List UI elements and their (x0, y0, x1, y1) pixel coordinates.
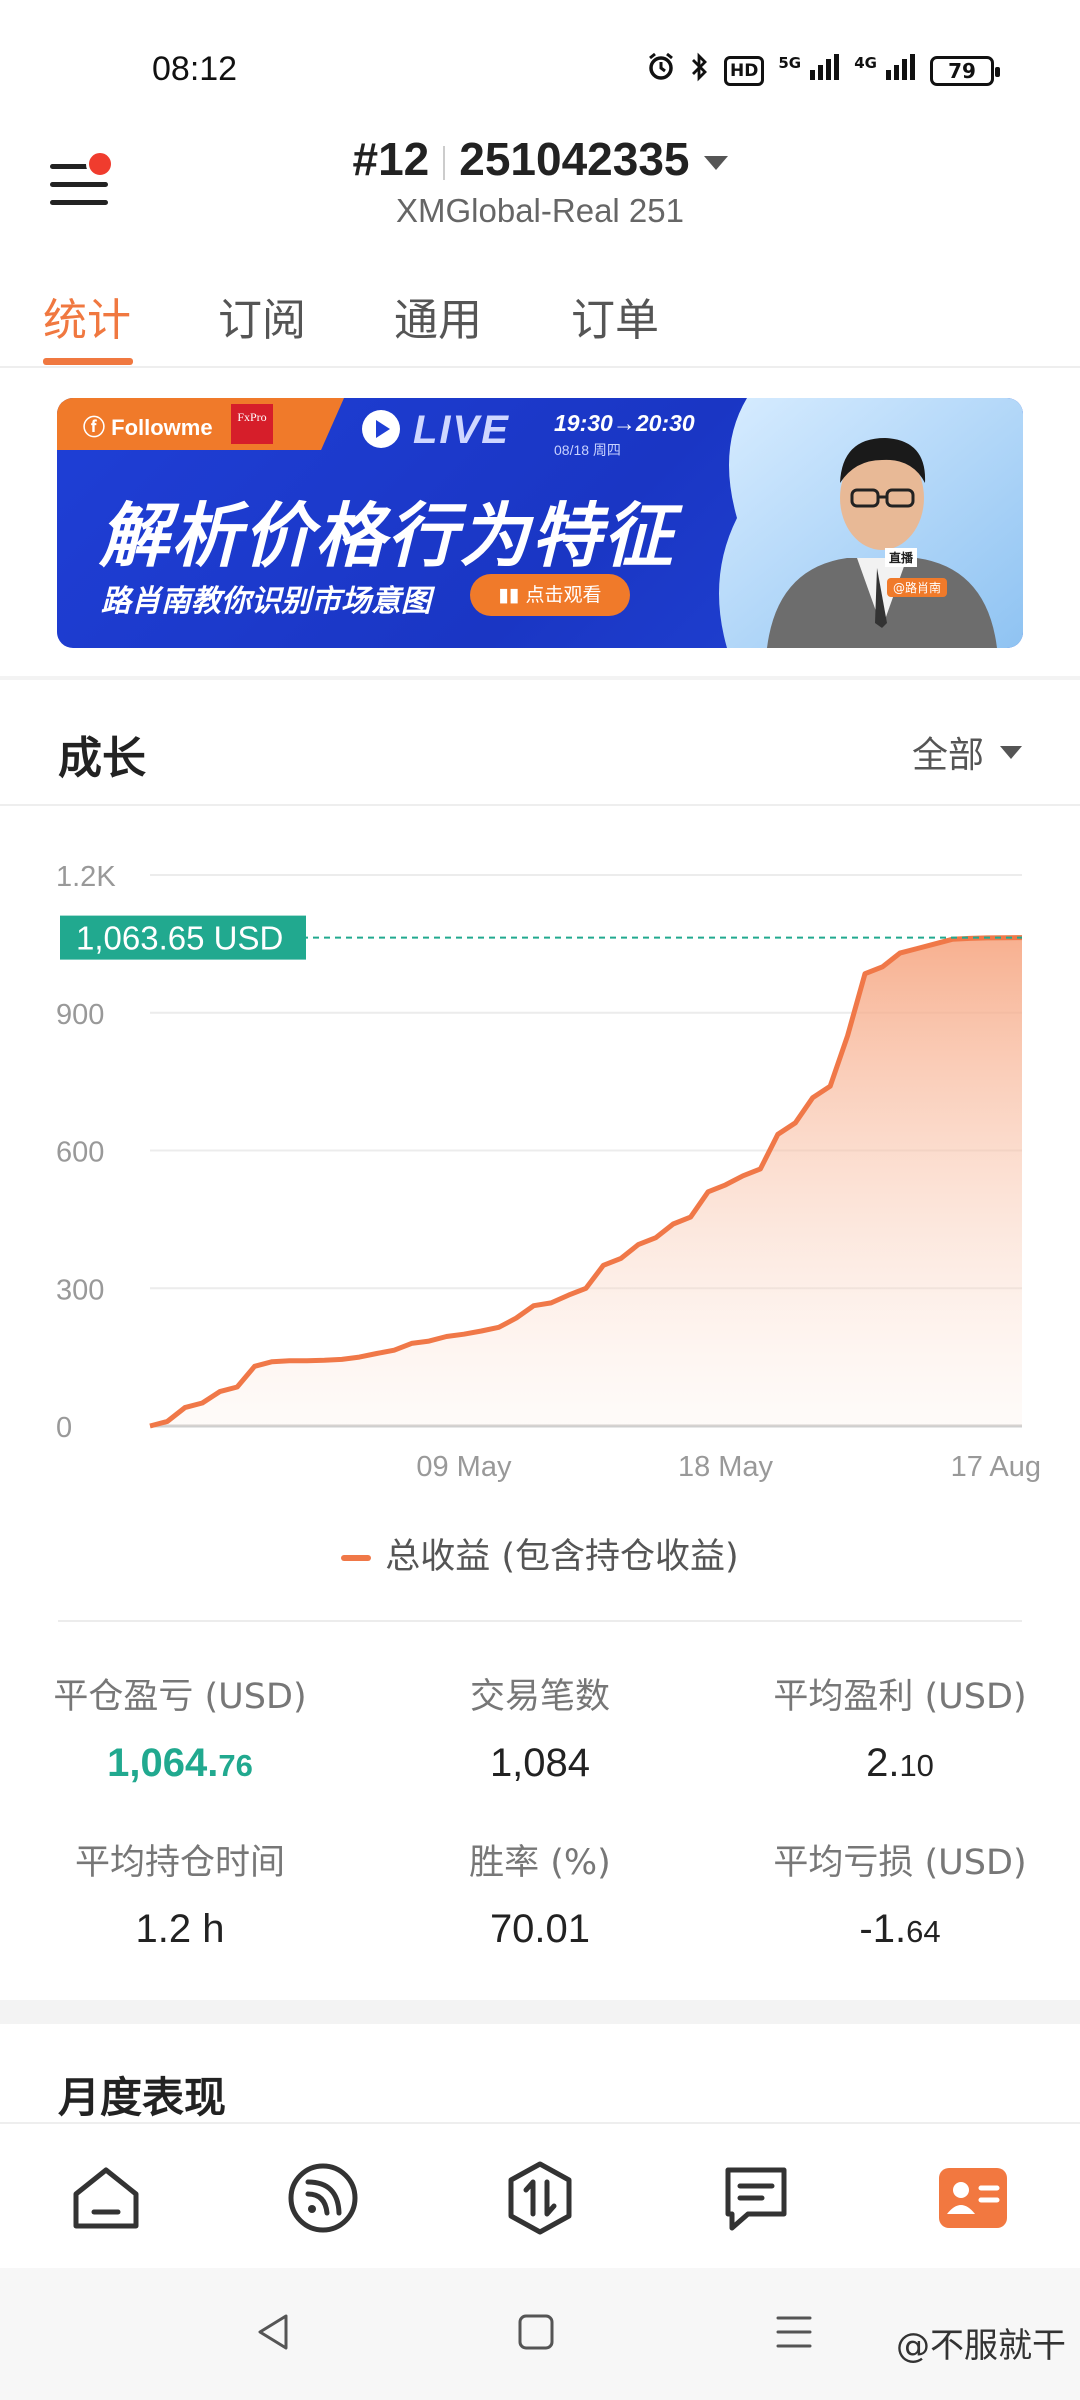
stat-closed-pnl: 平仓盈亏 (USD) 1,064.76 (0, 1668, 360, 1786)
range-value: 全部 (911, 735, 984, 776)
system-nav-bar: @不服就干 (0, 2268, 1080, 2400)
tab-general[interactable]: 通用 (394, 284, 482, 348)
divider (58, 1620, 1022, 1622)
chevron-down-icon (1000, 745, 1022, 759)
stat-value: 1.2 h (135, 1907, 225, 1951)
growth-header: 成长 全部 (0, 680, 1080, 806)
fxpro-logo: FxPro (231, 404, 273, 444)
stat-avg-loss: 平均亏损 (USD) -1.64 (720, 1834, 1080, 1952)
legend-label: 总收益 (包含持仓收益) (385, 1537, 739, 1577)
current-value-label: 1,063.65 USD (76, 920, 283, 957)
stat-label: 平均亏损 (USD) (773, 1843, 1027, 1883)
tab-active-indicator (43, 358, 133, 365)
range-dropdown[interactable]: 全部 (912, 726, 1022, 778)
growth-title: 成长 (58, 733, 146, 784)
live-time: 19:30→20:30 (554, 410, 695, 436)
host-live-tag: 直播 (885, 548, 918, 567)
tab-statistics[interactable]: 统计 (43, 284, 131, 348)
stat-value: 2.10 (866, 1741, 934, 1785)
alarm-icon (646, 52, 676, 89)
legend-swatch (341, 1555, 372, 1561)
home-square-icon[interactable] (514, 2310, 558, 2354)
live-badge: LIVE (413, 408, 510, 452)
tab-bar: 统计 订阅 通用 订单 (0, 270, 1080, 368)
news-icon[interactable] (718, 2160, 794, 2236)
play-icon (362, 410, 400, 448)
monthly-title: 月度表现 (58, 2073, 227, 2122)
stat-value: 1,064.76 (107, 1741, 253, 1785)
y-tick-label: 1.2K (56, 861, 116, 893)
stat-label: 平仓盈亏 (USD) (53, 1677, 307, 1717)
stat-label: 平均盈利 (USD) (773, 1677, 1027, 1717)
signal-5g-icon: 5G (778, 54, 840, 87)
host-name: @路肖南 (887, 578, 948, 597)
chart-legend: 总收益 (包含持仓收益) (0, 1528, 1080, 1579)
bluetooth-icon (690, 52, 710, 89)
title-separator (443, 145, 446, 180)
feed-icon[interactable] (285, 2160, 361, 2236)
account-server: XMGlobal-Real 251 (396, 192, 684, 229)
stat-value: 1,084 (489, 1741, 591, 1785)
status-icons: HD 5G 4G 79 (646, 52, 1000, 89)
presenter-photo (719, 398, 1023, 648)
bottom-nav (0, 2122, 1080, 2268)
banner-subline: 路肖南教你识别市场意图 (101, 584, 431, 619)
tab-subscribe[interactable]: 订阅 (218, 284, 306, 348)
stat-label: 交易笔数 (469, 1677, 610, 1717)
x-tick-label: 17 Aug (951, 1451, 1041, 1483)
trade-icon[interactable] (502, 2160, 578, 2236)
banner-headline: 解析价格行为特征 (99, 495, 675, 577)
stat-avg-hold-time: 平均持仓时间 1.2 h (0, 1834, 360, 1952)
x-tick-label: 18 May (678, 1451, 774, 1483)
account-id: 251042335 (459, 133, 690, 185)
followme-logo: ⓕ Followme (83, 415, 213, 440)
watch-button[interactable]: ▮▮ 点击观看 (470, 574, 630, 616)
clock: 08:12 (152, 50, 238, 88)
stat-value: -1.64 (859, 1907, 941, 1951)
account-selector[interactable]: #12 251042335 (0, 132, 1080, 186)
stat-avg-profit: 平均盈利 (USD) 2.10 (720, 1668, 1080, 1786)
y-tick-label: 900 (56, 999, 104, 1031)
tab-orders[interactable]: 订单 (571, 284, 659, 348)
stat-trade-count: 交易笔数 1,084 (360, 1668, 720, 1786)
stat-label: 胜率 (%) (469, 1843, 611, 1883)
stat-win-rate: 胜率 (%) 70.01 (360, 1834, 720, 1952)
section-divider (0, 2000, 1080, 2024)
x-tick-label: 09 May (416, 1451, 512, 1483)
stat-value: 70.01 (489, 1907, 591, 1951)
promo-banner[interactable]: ⓕ Followme FxPro LIVE 19:30→20:30 08/18 … (57, 398, 1023, 648)
y-tick-label: 600 (56, 1137, 104, 1169)
dropdown-arrow-icon (703, 155, 728, 170)
battery-icon: 79 (930, 55, 1000, 86)
account-number: #12 (352, 133, 430, 185)
stat-label: 平均持仓时间 (74, 1843, 285, 1883)
watermark: @不服就干 (896, 2326, 1066, 2366)
top-header: #12 251042335 XMGlobal-Real 251 (0, 120, 1080, 250)
series-area (150, 937, 1022, 1426)
y-tick-label: 0 (56, 1412, 72, 1444)
y-tick-label: 300 (56, 1274, 104, 1306)
growth-chart[interactable]: 0 300 600 900 1.2K 1,063.65 USD 09 May 18 May… (0, 830, 1080, 1530)
signal-4g-icon: 4G (854, 54, 916, 87)
status-bar: 08:12 HD 5G 4G 79 (0, 0, 1080, 120)
hd-icon: HD (724, 55, 765, 86)
home-icon[interactable] (68, 2160, 144, 2236)
live-date: 08/18 周四 (554, 442, 621, 458)
x-axis-ticks: 09 May 18 May 17 Aug (416, 1451, 1041, 1483)
recents-icon[interactable] (772, 2310, 816, 2354)
profile-icon[interactable] (935, 2160, 1011, 2236)
back-icon[interactable] (252, 2310, 296, 2354)
